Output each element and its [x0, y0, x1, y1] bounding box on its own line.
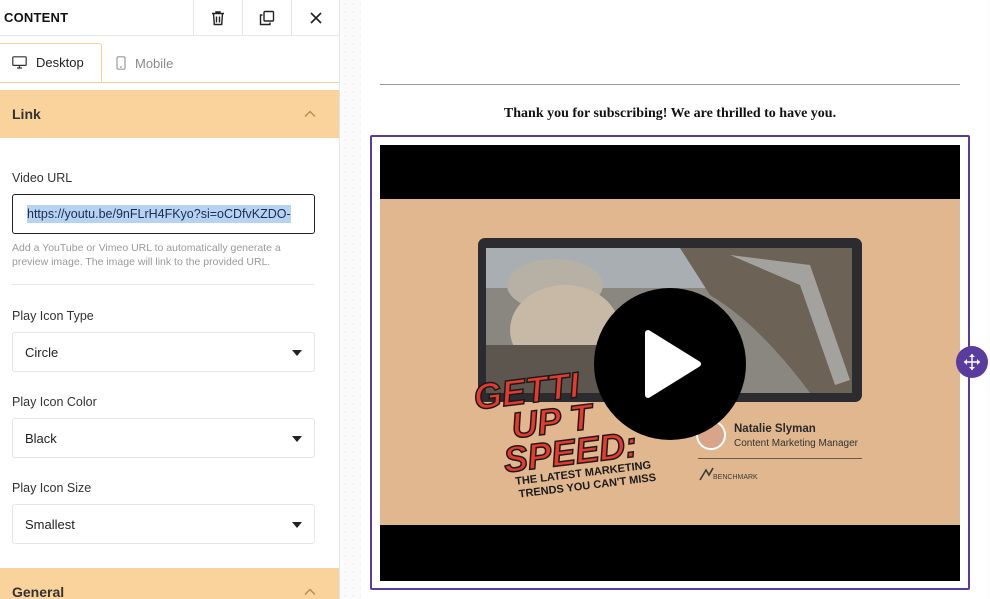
video-url-input[interactable]: https://youtu.be/9nFLrH4FKyo?si=oCDfvKZD… — [12, 194, 315, 234]
chevron-up-icon — [304, 110, 316, 117]
tab-desktop-label: Desktop — [36, 55, 84, 70]
play-icon-type-label: Play Icon Type — [12, 309, 94, 323]
move-handle[interactable] — [956, 346, 988, 378]
play-icon-color-value: Black — [25, 430, 57, 446]
caret-down-icon — [292, 522, 302, 528]
video-url-label: Video URL — [12, 171, 73, 185]
chevron-up-icon — [304, 588, 316, 595]
divider — [12, 284, 315, 285]
tab-desktop[interactable]: Desktop — [0, 43, 102, 82]
video-thumbnail: GETTI UP T SPEED: THE LATEST MARKETING T… — [380, 199, 960, 525]
tab-mobile-label: Mobile — [135, 55, 174, 71]
email-canvas: Thank you for subscribing! We are thrill… — [341, 0, 990, 599]
panel-header: CONTENT — [0, 0, 339, 36]
play-icon-color-label: Play Icon Color — [12, 395, 97, 409]
close-button[interactable] — [291, 0, 339, 36]
video-url-value: https://youtu.be/9nFLrH4FKyo?si=oCDfvKZD… — [27, 205, 291, 223]
video-block-selected[interactable]: GETTI UP T SPEED: THE LATEST MARKETING T… — [370, 135, 970, 590]
section-general-header[interactable]: General — [0, 568, 339, 599]
play-icon-type-select[interactable]: Circle — [12, 332, 315, 372]
presenter-divider — [698, 458, 862, 459]
desktop-icon — [12, 56, 27, 69]
tabs-border — [339, 43, 340, 83]
caret-down-icon — [292, 350, 302, 356]
video-url-help: Add a YouTube or Vimeo URL to automatica… — [12, 242, 281, 268]
close-icon — [310, 12, 322, 24]
device-tabs: Desktop Mobile — [0, 43, 340, 83]
brand-name: BENCHMARK — [713, 474, 758, 481]
caret-down-icon — [292, 436, 302, 442]
move-arrows-icon — [964, 354, 980, 370]
play-icon-type-value: Circle — [25, 344, 59, 360]
section-link-header[interactable]: Link — [0, 90, 339, 138]
duplicate-button[interactable] — [242, 0, 291, 36]
mobile-icon — [116, 56, 126, 70]
play-icon-size-select[interactable]: Smallest — [12, 504, 315, 544]
horizontal-rule — [380, 84, 960, 85]
section-general-title: General — [12, 584, 65, 599]
presenter-name: Natalie Slyman — [734, 423, 816, 435]
play-icon-size-value: Smallest — [25, 516, 75, 532]
tab-mobile[interactable]: Mobile — [116, 43, 173, 83]
play-icon-size-label: Play Icon Size — [12, 481, 92, 495]
video-preview[interactable]: GETTI UP T SPEED: THE LATEST MARKETING T… — [380, 145, 960, 581]
copy-icon — [259, 10, 275, 26]
play-icon-color-select[interactable]: Black — [12, 418, 315, 458]
delete-button[interactable] — [193, 0, 242, 36]
presenter-title: Content Marketing Manager — [734, 438, 859, 449]
thank-you-text[interactable]: Thank you for subscribing! We are thrill… — [380, 106, 960, 122]
email-body: Thank you for subscribing! We are thrill… — [361, 0, 989, 599]
panel-title: CONTENT — [4, 10, 69, 25]
section-link-title: Link — [12, 106, 41, 122]
trash-icon — [212, 11, 224, 26]
content-panel: CONTENT Desktop Mobile Link Video URL ht… — [0, 0, 340, 599]
